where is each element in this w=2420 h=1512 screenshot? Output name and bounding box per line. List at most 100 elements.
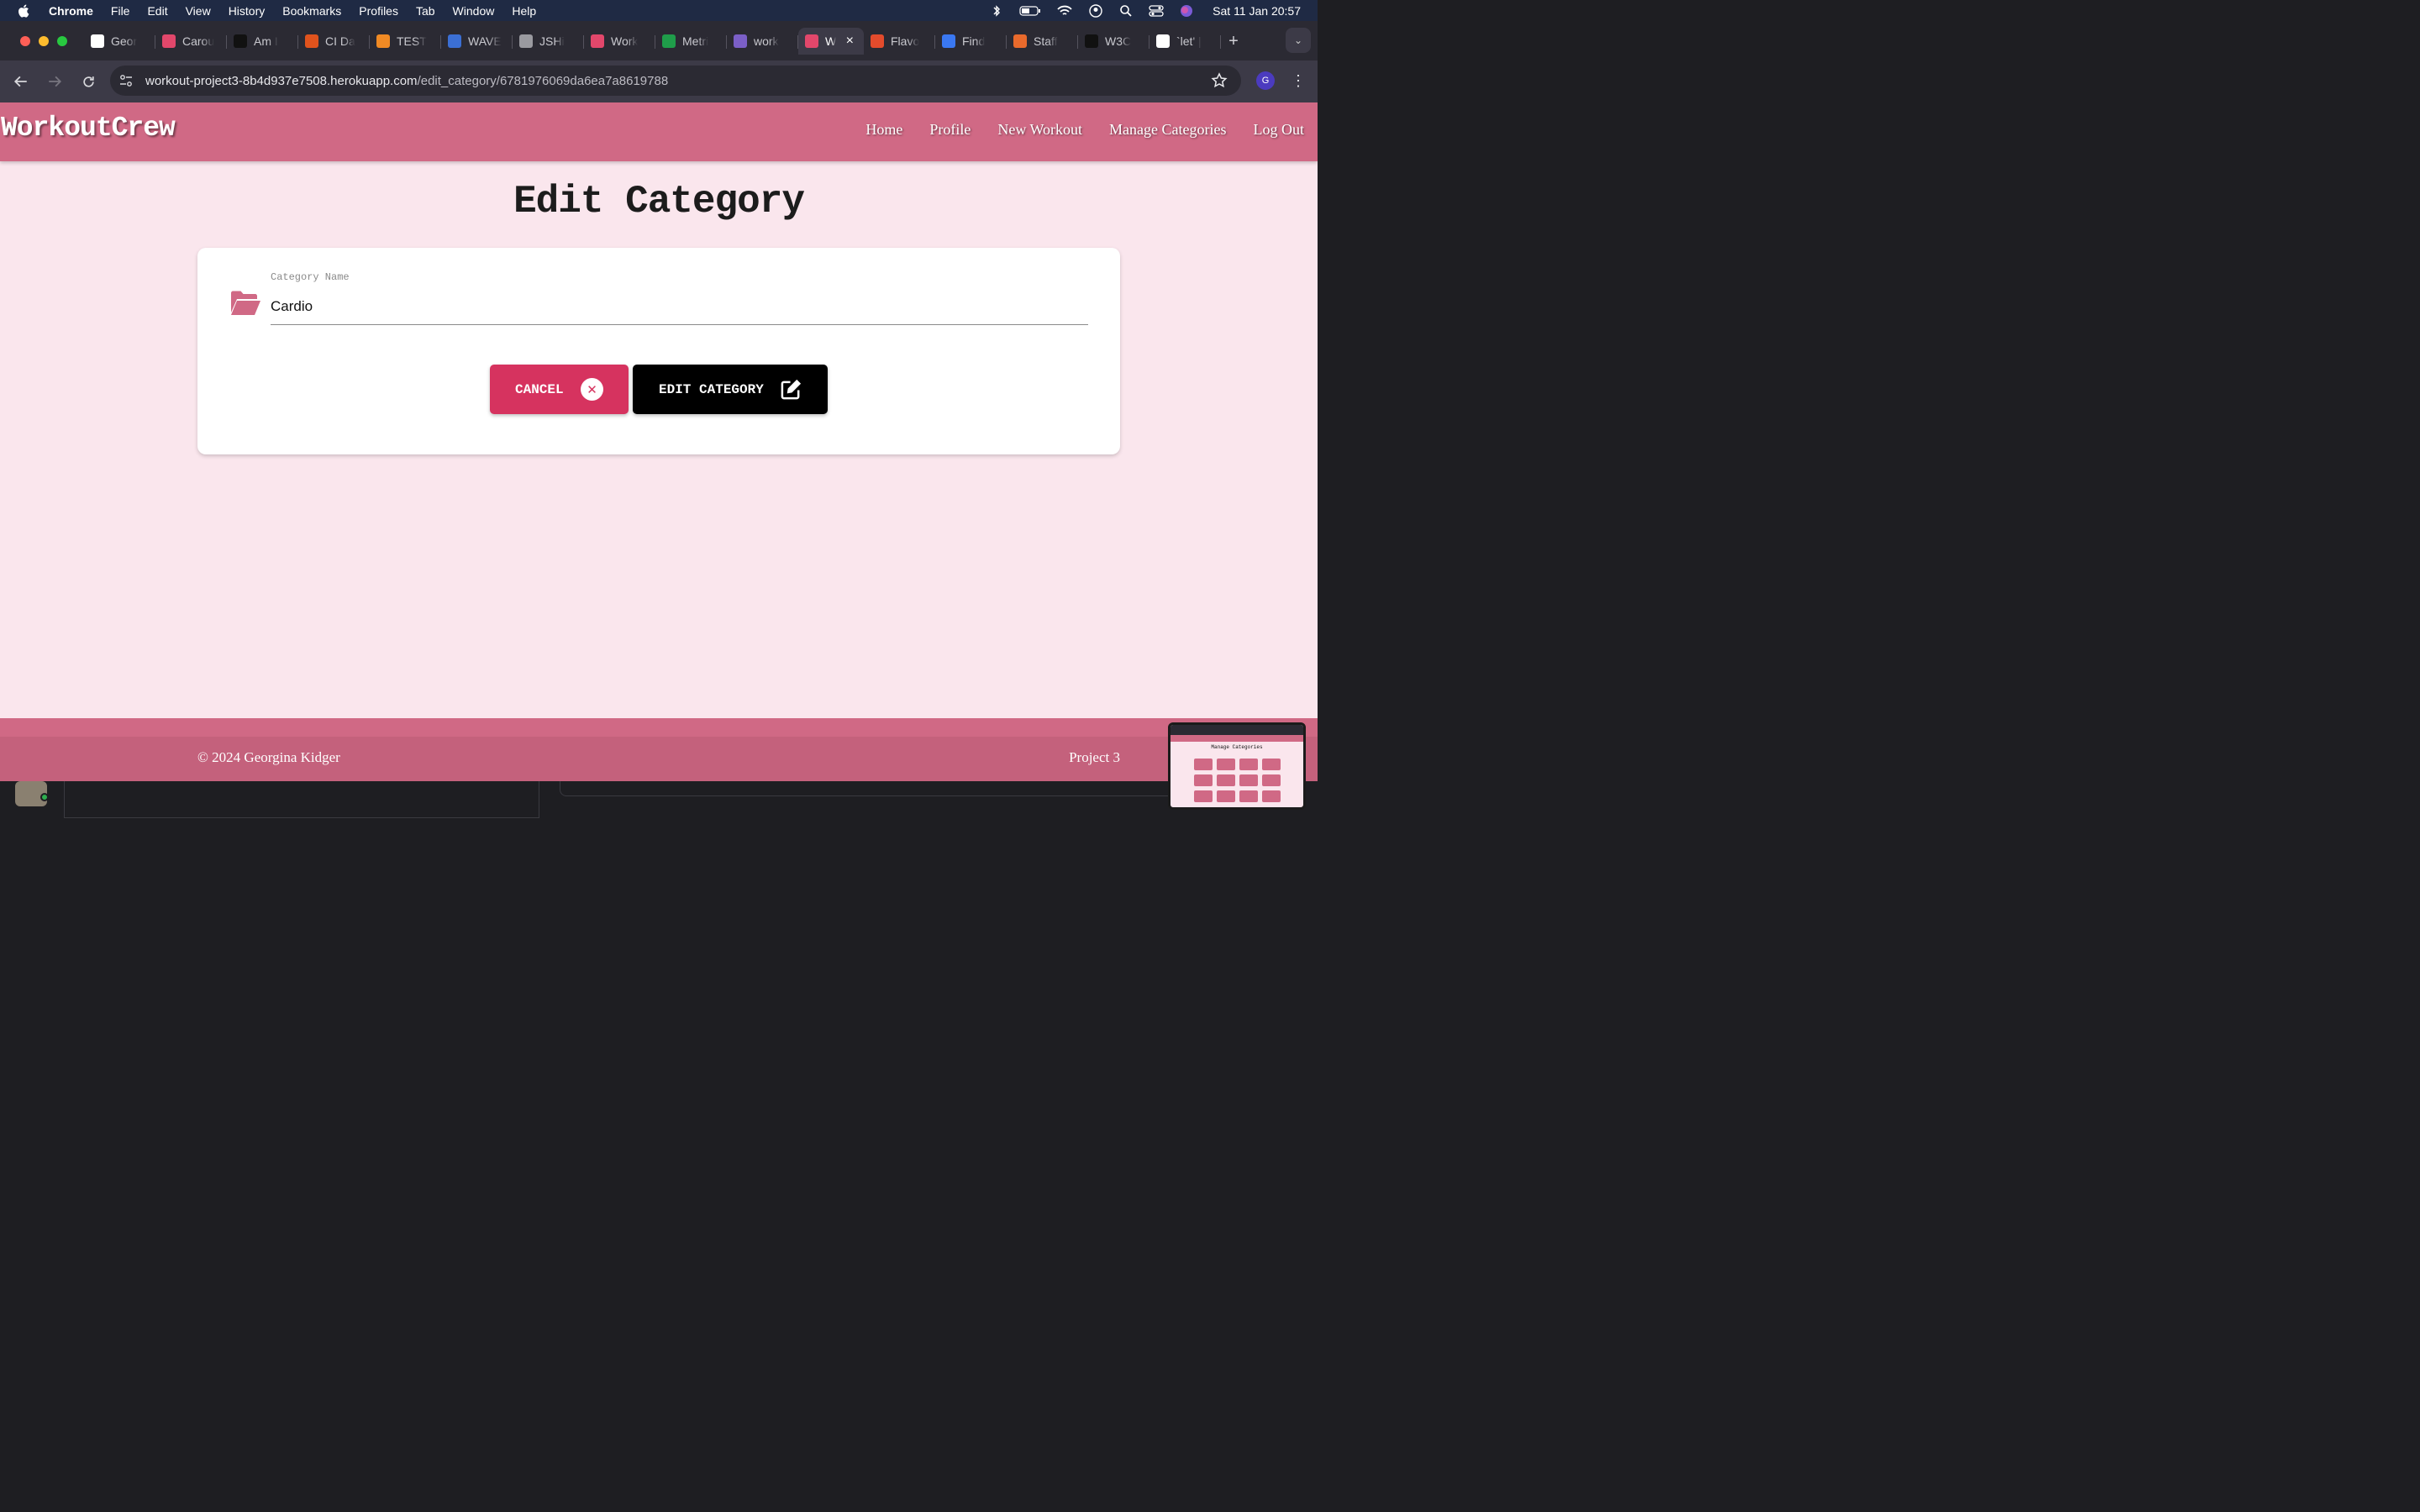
nav-new-workout[interactable]: New Workout [997,121,1082,139]
minimize-window-button[interactable] [39,36,49,46]
browser-tab[interactable]: Flavo [864,28,935,55]
browser-tab[interactable]: Am I [227,28,298,55]
dumbbell-icon [591,34,604,48]
browser-tab[interactable]: work [727,28,798,55]
close-window-button[interactable] [20,36,30,46]
menu-bookmarks[interactable]: Bookmarks [282,4,341,18]
tab-title: Am I [254,34,278,48]
menubar-clock[interactable]: Sat 11 Jan 20:57 [1213,4,1301,18]
menu-tab[interactable]: Tab [416,4,435,18]
heroku-icon [734,34,747,48]
close-circle-icon: ✕ [581,378,603,401]
edit-category-button[interactable]: EDIT CATEGORY [633,365,828,414]
menu-chrome[interactable]: Chrome [49,4,93,18]
background-panel [64,781,539,818]
forward-button[interactable] [45,72,64,91]
screenshot-preview-thumbnail[interactable]: Manage Categories [1168,722,1306,810]
forward-arrow-icon [49,76,62,87]
wifi-icon[interactable] [1056,4,1073,18]
globe-icon [519,34,533,48]
browser-tab[interactable]: Staff [1007,28,1078,55]
browser-tab[interactable]: JSHi [513,28,584,55]
url-text[interactable]: workout-project3-8b4d937e7508.herokuapp.… [145,74,668,88]
reload-button[interactable] [79,72,97,91]
browser-tab[interactable]: W × [798,28,864,55]
browser-tab[interactable]: Metri [655,28,727,55]
site-nav-links: Home Profile New Workout Manage Categori… [865,121,1304,139]
zoom-window-button[interactable] [57,36,67,46]
browser-tab[interactable]: TEST [370,28,441,55]
chrome-menu-icon[interactable]: ⋮ [1291,71,1306,90]
address-bar[interactable]: workout-project3-8b4d937e7508.herokuapp.… [110,66,1241,96]
nav-manage-categories[interactable]: Manage Categories [1109,121,1226,139]
menu-file[interactable]: File [111,4,130,18]
url-host: workout-project3-8b4d937e7508.herokuapp.… [145,73,418,88]
edit-icon [781,379,802,400]
thumb-category-grid [1171,759,1303,802]
menu-edit[interactable]: Edit [147,4,167,18]
tab-title: Work [611,34,639,48]
browser-tab[interactable]: Carou [155,28,227,55]
tab-title: work [754,34,779,48]
spotlight-search-icon[interactable] [1118,4,1134,18]
siri-icon[interactable] [1179,4,1194,18]
close-tab-icon[interactable]: × [846,34,854,49]
thumb-title: Manage Categories [1211,744,1263,750]
online-status-dot [40,793,49,801]
browser-tab[interactable]: Geor [84,28,155,55]
nav-log-out[interactable]: Log Out [1254,121,1305,139]
user-circle-icon[interactable] [1088,3,1103,18]
tab-list: Geor Carou Am I CI Da TEST WAVE JSHi Work Metri w… [84,28,1246,56]
wave-icon [448,34,461,48]
browser-tab[interactable]: `let' | [1150,28,1221,55]
browser-toolbar: workout-project3-8b4d937e7508.herokuapp.… [0,60,1318,102]
browser-tab[interactable]: Find [935,28,1007,55]
background-panel-secondary [560,781,1207,796]
footer-strip [0,718,1318,737]
site-settings-icon[interactable] [118,73,134,88]
browser-tab[interactable]: CI Da [298,28,370,55]
tab-search-button[interactable]: ⌄ [1286,28,1311,53]
site-footer: © 2024 Georgina Kidger Project 3 [0,718,1318,781]
back-button[interactable] [12,72,30,91]
menu-profiles[interactable]: Profiles [359,4,398,18]
menu-history[interactable]: History [229,4,266,18]
tab-title: Flavo [891,34,920,48]
bluetooth-icon[interactable] [989,4,1004,18]
category-name-input[interactable] [271,288,1088,325]
u-icon [234,34,247,48]
profile-avatar[interactable]: G [1256,71,1275,90]
status-icons: Sat 11 Jan 20:57 [989,0,1301,21]
tab-title: JSHi [539,34,565,48]
url-path: /edit_category/6781976069da6ea7a8619788 [417,73,669,88]
nav-home[interactable]: Home [865,121,902,139]
reload-icon [82,76,94,87]
menu-help[interactable]: Help [512,4,536,18]
dumbbell-icon [162,34,176,48]
site-navbar: WorkoutCrew Home Profile New Workout Man… [0,102,1318,161]
tab-title: `let' | [1176,34,1202,48]
thumb-browser-bar [1171,725,1303,735]
browser-tab[interactable]: WAVE [441,28,513,55]
new-tab-button[interactable]: + [1221,28,1246,56]
footer-copyright: © 2024 Georgina Kidger [197,749,340,765]
leaf-icon [662,34,676,48]
background-desktop [0,781,1318,823]
bookmark-star-icon[interactable] [1211,72,1228,89]
browser-tab[interactable]: W3C [1078,28,1150,55]
menu-view[interactable]: View [186,4,211,18]
apple-icon[interactable] [17,3,32,18]
cancel-button[interactable]: CANCEL ✕ [490,365,629,414]
site-logo[interactable]: WorkoutCrew [1,113,176,144]
nav-profile[interactable]: Profile [929,121,971,139]
control-center-icon[interactable] [1149,4,1164,18]
tab-title: CI Da [325,34,355,48]
tab-title: Find [962,34,986,48]
browser-tab[interactable]: Work [584,28,655,55]
footer-project: Project 3 [1069,749,1120,765]
tab-title: W [825,34,837,48]
menu-window[interactable]: Window [453,4,495,18]
tab-title: Staff [1034,34,1058,48]
g-icon [376,34,390,48]
battery-icon[interactable] [1019,4,1041,18]
